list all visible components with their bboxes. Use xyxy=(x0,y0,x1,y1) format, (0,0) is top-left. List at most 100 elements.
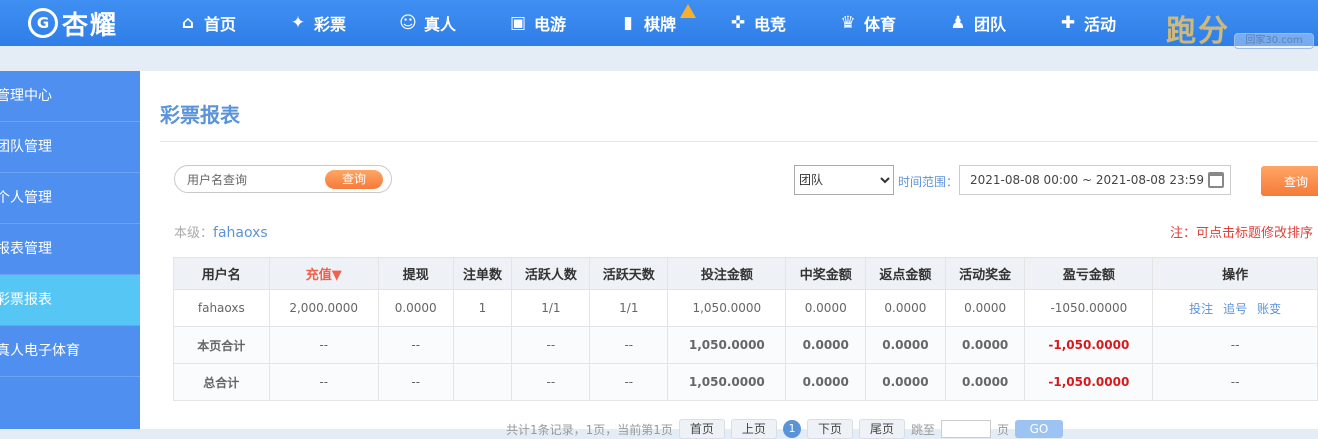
level-user-link[interactable]: fahaoxs xyxy=(213,225,268,241)
nav-item-8[interactable]: ✚ 活动 xyxy=(1058,0,1168,46)
lottery-icon: ✦ xyxy=(290,13,306,33)
table-cell[interactable]: fahaoxs xyxy=(173,289,270,327)
sidebar: 管理中心 团队管理 个人管理 报表管理 彩票报表 真人电子体育 xyxy=(0,71,140,429)
sidebar-item-0[interactable]: 管理中心 xyxy=(0,71,140,122)
summary-cell: -- xyxy=(1152,326,1318,364)
sidebar-item-2[interactable]: 个人管理 xyxy=(0,173,140,224)
watermark-text: 回家30.com xyxy=(1234,33,1314,49)
brand-logo[interactable]: G 杏耀 xyxy=(28,4,118,42)
team-icon: ♟ xyxy=(950,13,966,33)
row-actions: 投注 追号 账变 xyxy=(1152,289,1318,327)
summary-cell: -- xyxy=(589,363,669,401)
pager-current-page[interactable]: 1 xyxy=(782,420,801,438)
column-header-2[interactable]: 提现 xyxy=(377,257,454,290)
table-cell: 1 xyxy=(452,289,513,327)
column-header-10[interactable]: 盈亏金额 xyxy=(1024,257,1154,290)
nav-item-7[interactable]: ♟ 团队 xyxy=(948,0,1058,46)
sidebar-item-1[interactable]: 团队管理 xyxy=(0,122,140,173)
row-action-link[interactable]: 账变 xyxy=(1257,302,1281,316)
pager-goto-input[interactable] xyxy=(940,420,991,438)
sidebar-item-3[interactable]: 报表管理 xyxy=(0,224,140,275)
nav-item-label: 彩票 xyxy=(314,15,347,34)
main-nav: ⌂ 首页 ✦ 彩票 ☺ 真人 ▣ 电游 ▮ 棋牌 ✜ 电竞 ♛ 体育 ♟ 团队 ✚ 活动 xyxy=(178,0,1168,46)
gift-icon: ✚ xyxy=(1060,13,1076,33)
nav-item-label: 真人 xyxy=(424,15,457,34)
column-header-1[interactable]: 充值▼ xyxy=(268,257,379,290)
summary-cell: 0.0000 xyxy=(785,363,867,401)
live-dealer-icon: ☺ xyxy=(399,13,417,33)
summary-cell: 1,050.0000 xyxy=(667,363,787,401)
page-title: 彩票报表 xyxy=(160,103,240,127)
pager-next-button[interactable]: 下页 xyxy=(806,419,853,439)
nav-item-5[interactable]: ✜ 电竞 xyxy=(728,0,838,46)
username-search-box: 查询 xyxy=(174,165,392,193)
table-cell: 0.0000 xyxy=(785,289,867,327)
title-divider xyxy=(160,141,1318,142)
column-header-7[interactable]: 中奖金额 xyxy=(785,257,867,290)
time-range-label: 时间范围： xyxy=(898,175,959,189)
column-header-8[interactable]: 返点金额 xyxy=(865,257,946,290)
sidebar-item-4[interactable]: 彩票报表 xyxy=(0,275,140,326)
slot-game-icon: ▣ xyxy=(509,13,527,33)
column-header-3[interactable]: 注单数 xyxy=(452,257,513,290)
summary-row: 总合计 -- -- -- -- 1,050.0000 0.0000 0.0000 0.0000-… xyxy=(173,363,1318,401)
search-button[interactable]: 查询 xyxy=(325,170,383,189)
table-header-row: 用户名 充值▼ 提现 注单数 活跃人数 活跃天数 投注金额 中奖金额 返点金额 活动奖金 盈亏金额操… xyxy=(173,257,1318,290)
column-header-11[interactable]: 操作 xyxy=(1152,257,1318,290)
promo-banner[interactable]: 跑分 xyxy=(1166,6,1230,50)
nav-item-6[interactable]: ♛ 体育 xyxy=(838,0,948,46)
username-search-input[interactable] xyxy=(185,169,309,191)
sidebar-item-5[interactable]: 真人电子体育 xyxy=(0,326,140,377)
column-header-5[interactable]: 活跃天数 xyxy=(589,257,669,290)
gamepad-icon: ✜ xyxy=(730,13,746,33)
nav-item-label: 活动 xyxy=(1084,15,1117,34)
table-cell: 0.0000 xyxy=(944,289,1026,327)
report-panel: 彩票报表 查询 团队 时间范围： 2021-08-08 00:00 ~ 2021… xyxy=(140,71,1318,439)
nav-item-label: 电游 xyxy=(534,15,567,34)
table-row: fahaoxs 2,000.0000 0.0000 1 1/1 1/1 1,050.0000… xyxy=(173,289,1318,327)
table-cell: -1050.00000 xyxy=(1024,289,1154,327)
card-game-icon: ▮ xyxy=(623,13,633,33)
summary-cell: -- xyxy=(589,326,669,364)
nav-item-4[interactable]: ▮ 棋牌 xyxy=(618,0,728,46)
pager-first-button[interactable]: 首页 xyxy=(678,419,725,439)
column-header-6[interactable]: 投注金额 xyxy=(667,257,787,290)
scope-select[interactable]: 团队 xyxy=(794,165,894,195)
nav-item-0[interactable]: ⌂ 首页 xyxy=(178,0,288,46)
summary-cell: -- xyxy=(511,363,591,401)
summary-cell: 总合计 xyxy=(173,363,270,401)
nav-item-1[interactable]: ✦ 彩票 xyxy=(288,0,398,46)
lottery-report-table: 用户名 充值▼ 提现 注单数 活跃人数 活跃天数 投注金额 中奖金额 返点金额 活动奖金 盈亏金额操… xyxy=(173,257,1318,401)
pagination: 共计1条记录，1页，当前第1页 首页 上页 1 下页 尾页 跳至 页 GO xyxy=(506,419,1063,439)
summary-cell: -- xyxy=(511,326,591,364)
row-action-link[interactable]: 投注 xyxy=(1189,302,1213,316)
row-action-link[interactable]: 追号 xyxy=(1223,302,1247,316)
pager-goto-suffix: 页 xyxy=(996,422,1009,437)
summary-cell: -- xyxy=(377,363,454,401)
pager-go-button[interactable]: GO xyxy=(1015,420,1063,438)
pager-prev-button[interactable]: 上页 xyxy=(730,419,777,439)
pager-summary: 共计1条记录，1页，当前第1页 xyxy=(506,422,673,437)
summary-cell xyxy=(452,326,513,364)
nav-item-label: 首页 xyxy=(204,15,237,34)
summary-cell: 0.0000 xyxy=(865,326,946,364)
summary-cell xyxy=(452,363,513,401)
trophy-icon: ♛ xyxy=(840,13,856,33)
calendar-icon[interactable] xyxy=(1208,172,1224,188)
pager-goto-label: 跳至 xyxy=(910,422,935,437)
column-header-4[interactable]: 活跃人数 xyxy=(511,257,591,290)
column-header-9[interactable]: 活动奖金 xyxy=(944,257,1026,290)
summary-cell: 0.0000 xyxy=(944,363,1026,401)
table-cell: 1/1 xyxy=(511,289,591,327)
nav-item-2[interactable]: ☺ 真人 xyxy=(398,0,508,46)
summary-cell: 0.0000 xyxy=(785,326,867,364)
date-range-input[interactable]: 2021-08-08 00:00 ~ 2021-08-08 23:59 xyxy=(959,165,1231,195)
date-range-value: 2021-08-08 00:00 ~ 2021-08-08 23:59 xyxy=(970,173,1204,187)
summary-cell: 1,050.0000 xyxy=(667,326,787,364)
pager-last-button[interactable]: 尾页 xyxy=(858,419,905,439)
summary-cell: 本页合计 xyxy=(173,326,270,364)
nav-item-3[interactable]: ▣ 电游 xyxy=(508,0,618,46)
column-header-0[interactable]: 用户名 xyxy=(173,257,270,290)
query-button[interactable]: 查询 xyxy=(1261,166,1318,196)
table-cell: 0.0000 xyxy=(377,289,454,327)
